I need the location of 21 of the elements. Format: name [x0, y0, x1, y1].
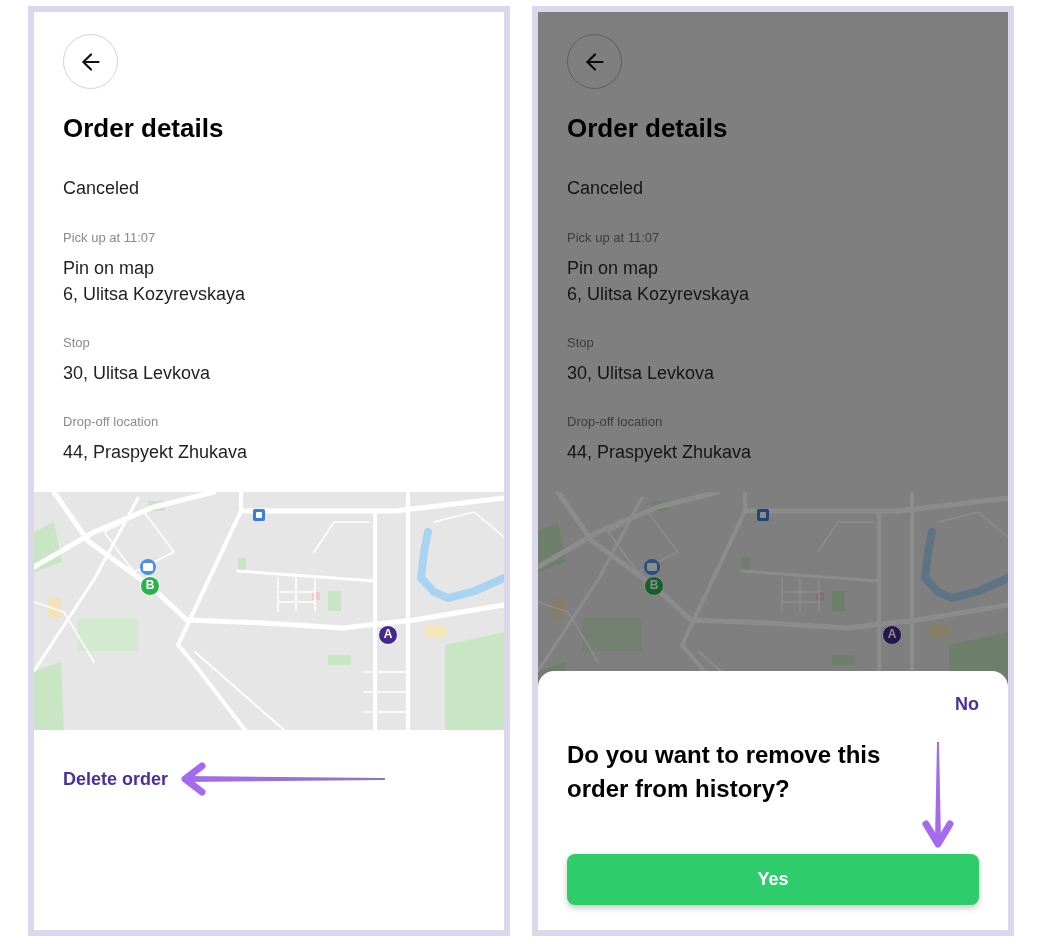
- order-status: Canceled: [567, 177, 645, 200]
- page-title: Order details: [567, 112, 729, 144]
- page-title: Order details: [63, 112, 225, 144]
- stop-label: Drop-off location: [63, 413, 160, 431]
- address-text: 6, Ulitsa Kozyrevskaya: [567, 283, 751, 306]
- address-text: Pin on map: [567, 257, 660, 280]
- stop-label: Stop: [567, 334, 595, 352]
- delete-order-link[interactable]: Delete order: [63, 767, 169, 791]
- address-text: 44, Praspyekt Zhukava: [567, 441, 753, 464]
- address-text: 6, Ulitsa Kozyrevskaya: [63, 283, 247, 306]
- no-button[interactable]: No: [955, 692, 979, 716]
- address-text: 44, Praspyekt Zhukava: [63, 441, 249, 464]
- stop-label: Drop-off location: [567, 413, 664, 431]
- address-text: 30, Ulitsa Levkova: [63, 362, 212, 385]
- order-status: Canceled: [63, 177, 141, 200]
- address-text: Pin on map: [63, 257, 156, 280]
- dialog-question: Do you want to remove this order from history?: [567, 740, 882, 804]
- stop-label: Stop: [63, 334, 91, 352]
- address-text: 30, Ulitsa Levkova: [567, 362, 716, 385]
- stop-label: Pick up at 11:07: [63, 229, 157, 247]
- stop-label: Pick up at 11:07: [567, 229, 661, 247]
